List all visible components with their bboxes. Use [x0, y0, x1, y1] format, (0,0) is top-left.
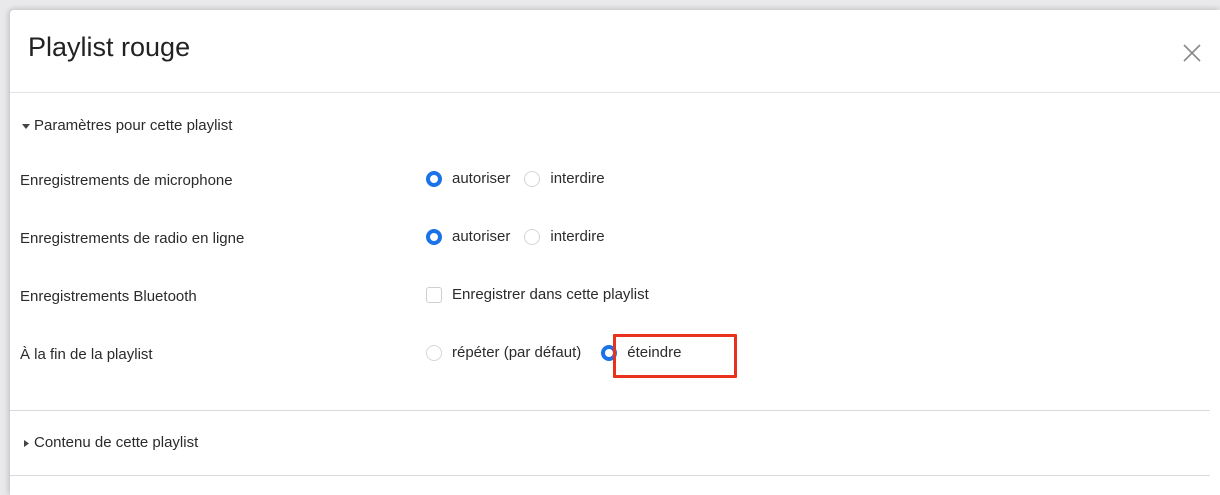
microphone-allow-option[interactable]: autoriser — [426, 170, 510, 187]
microphone-recordings-label: Enregistrements de microphone — [20, 172, 233, 189]
caret-down-icon — [22, 123, 30, 129]
repeat-radio[interactable] — [426, 344, 442, 361]
web-radio-allow-option[interactable]: autoriser — [426, 228, 510, 245]
web-radio-deny-label: interdire — [550, 228, 605, 245]
dialog-title: Playlist rouge — [28, 32, 191, 62]
web-radio-deny-option[interactable]: interdire — [524, 228, 605, 245]
web-radio-deny-radio[interactable] — [524, 228, 541, 245]
repeat-option[interactable]: répéter (par défaut) — [426, 344, 581, 361]
microphone-allow-label: autoriser — [452, 170, 511, 187]
settings-section-toggle[interactable]: Paramètres pour cette playlist — [20, 117, 232, 134]
web-radio-recordings-label: Enregistrements de radio en ligne — [20, 230, 245, 247]
settings-section-label: Paramètres pour cette playlist — [34, 117, 233, 134]
bluetooth-save-checkbox[interactable] — [426, 286, 442, 303]
microphone-deny-label: interdire — [550, 170, 605, 187]
microphone-allow-radio[interactable] — [426, 170, 442, 187]
web-radio-recordings-radio-group: autoriser interdire — [426, 228, 605, 245]
caret-right-icon — [24, 439, 29, 447]
web-radio-allow-label: autoriser — [452, 228, 511, 245]
bluetooth-save-label: Enregistrer dans cette playlist — [452, 286, 649, 303]
bluetooth-save-option[interactable]: Enregistrer dans cette playlist — [426, 286, 649, 303]
close-button[interactable] — [1180, 41, 1204, 65]
content-section-label: Contenu de cette playlist — [34, 434, 199, 451]
bluetooth-recordings-control: Enregistrer dans cette playlist — [426, 286, 649, 303]
highlight-annotation — [613, 334, 737, 378]
end-of-playlist-label: À la fin de la playlist — [20, 346, 153, 363]
section-divider — [10, 410, 1210, 411]
close-icon — [1183, 44, 1201, 62]
bluetooth-recordings-label: Enregistrements Bluetooth — [20, 288, 197, 305]
microphone-deny-option[interactable]: interdire — [524, 170, 605, 187]
repeat-label: répéter (par défaut) — [452, 344, 582, 361]
web-radio-allow-radio[interactable] — [426, 228, 442, 245]
playlist-dialog: Playlist rouge Paramètres pour cette pla… — [10, 10, 1220, 495]
dialog-header: Playlist rouge — [10, 10, 1220, 93]
bottom-divider — [10, 475, 1210, 476]
microphone-recordings-radio-group: autoriser interdire — [426, 170, 605, 187]
microphone-deny-radio[interactable] — [524, 170, 541, 187]
content-section-toggle[interactable]: Contenu de cette playlist — [20, 434, 198, 451]
